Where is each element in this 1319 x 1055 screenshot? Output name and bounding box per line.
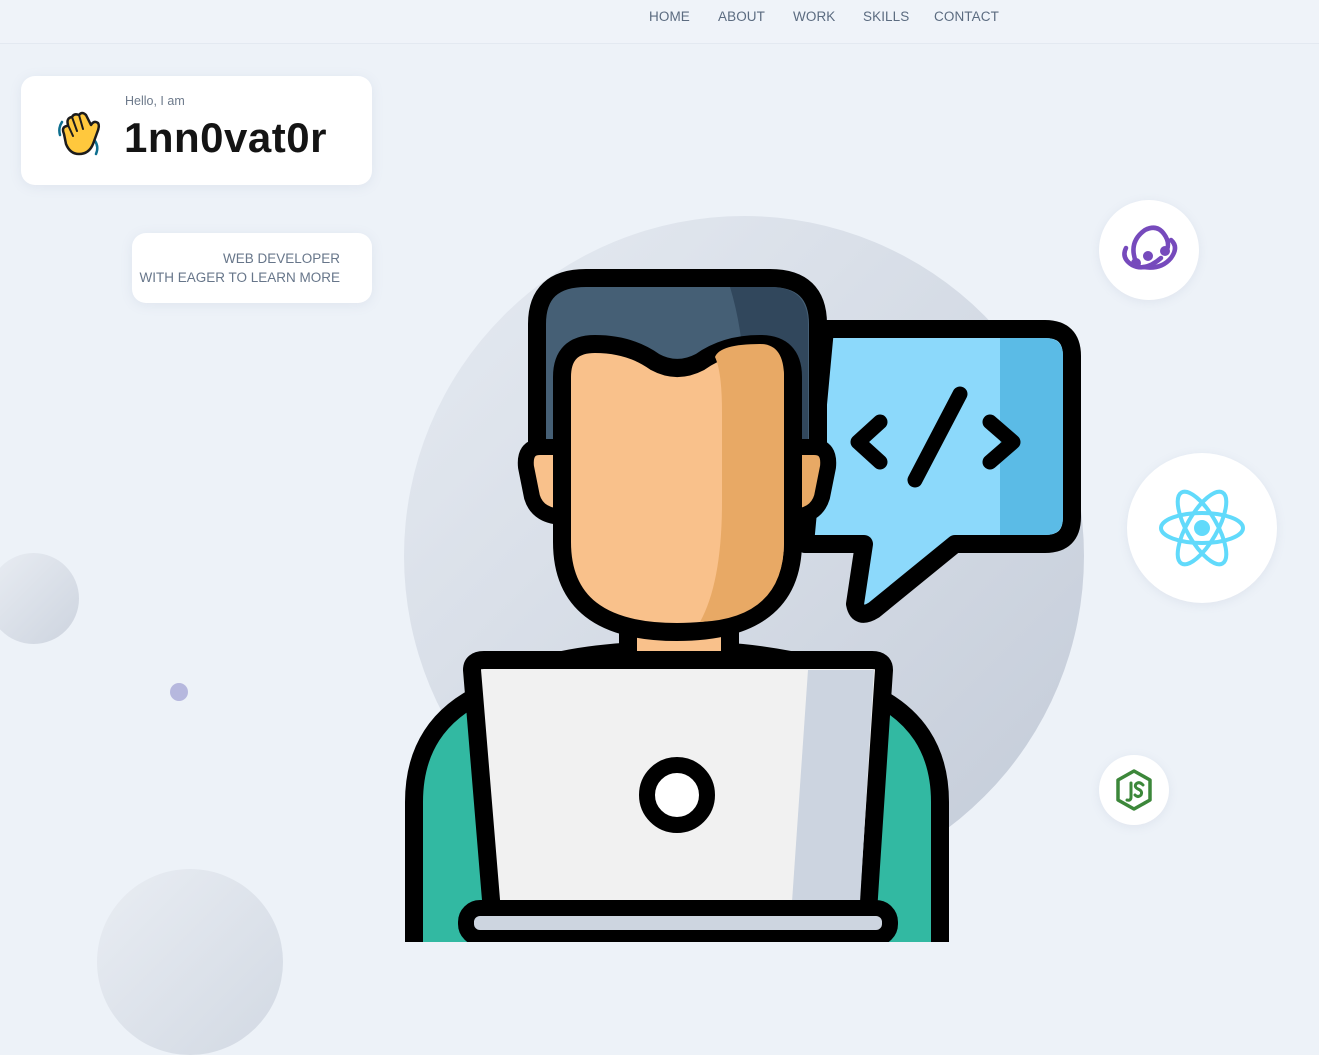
top-navigation: HOME ABOUT WORK SKILLS CONTACT bbox=[0, 0, 1319, 44]
nav-skills-link[interactable]: SKILLS bbox=[863, 9, 909, 24]
react-icon bbox=[1159, 489, 1245, 567]
waving-hand-icon bbox=[58, 111, 101, 156]
role-card: WEB DEVELOPER WITH EAGER TO LEARN MORE bbox=[132, 233, 372, 303]
decorative-circle-bottom bbox=[97, 869, 283, 1055]
redux-badge bbox=[1099, 200, 1199, 300]
redux-icon bbox=[1122, 225, 1178, 270]
nav-work-link[interactable]: WORK bbox=[793, 9, 835, 24]
nodejs-badge bbox=[1099, 755, 1169, 825]
react-badge bbox=[1127, 453, 1277, 603]
nav-home-link[interactable]: HOME bbox=[649, 9, 690, 24]
code-speech-bubble bbox=[796, 320, 1081, 623]
decorative-circle-left bbox=[0, 553, 79, 644]
greeting-text: Hello, I am bbox=[125, 94, 185, 108]
decorative-dot bbox=[170, 683, 188, 701]
nav-contact-link[interactable]: CONTACT bbox=[934, 9, 999, 24]
intro-card: Hello, I am 1nn0vat0r bbox=[21, 76, 372, 185]
developer-illustration bbox=[405, 269, 1081, 942]
role-line-1: WEB DEVELOPER bbox=[222, 251, 340, 266]
developer-name: 1nn0vat0r bbox=[124, 114, 327, 161]
nav-about-link[interactable]: ABOUT bbox=[718, 9, 765, 24]
role-line-2: WITH EAGER TO LEARN MORE bbox=[139, 270, 340, 285]
nodejs-icon bbox=[1116, 769, 1152, 811]
role-text: WEB DEVELOPER WITH EAGER TO LEARN MORE bbox=[139, 249, 340, 287]
laptop bbox=[458, 651, 898, 942]
